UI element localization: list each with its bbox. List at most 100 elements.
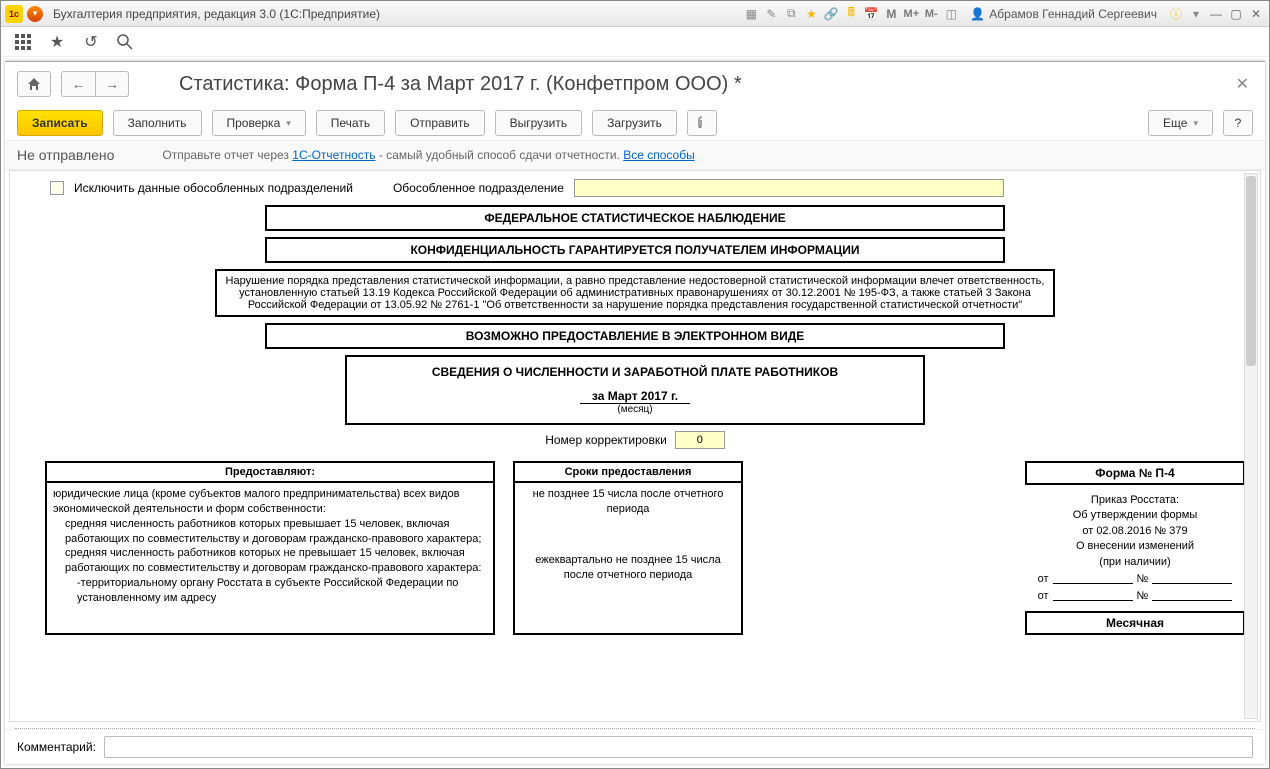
header-row: ← → Статистика: Форма П-4 за Март 2017 г… — [5, 62, 1265, 106]
col1-p4: -территориальному органу Росстата в субъ… — [53, 576, 487, 606]
num-field-2[interactable] — [1152, 589, 1232, 601]
content-area: ← → Статистика: Форма П-4 за Март 2017 г… — [5, 61, 1265, 764]
order-line5: (при наличии) — [1025, 555, 1245, 570]
correction-label: Номер корректировки — [545, 433, 667, 447]
document-area: Исключить данные обособленных подразделе… — [9, 170, 1261, 722]
search-icon[interactable] — [115, 32, 135, 52]
title-right: ▦ ✎ ⧉ ★ 🔗 🖩 📅 M M+ M- ◫ 👤 Абрамов Геннад… — [742, 5, 1265, 23]
user-icon: 👤 — [970, 7, 985, 21]
more-button[interactable]: Еще — [1148, 110, 1213, 136]
col2-p1: не позднее 15 числа после отчетного пери… — [521, 487, 735, 517]
date-field-1[interactable] — [1053, 572, 1133, 584]
col1-p1: юридические лица (кроме субъектов малого… — [53, 487, 487, 517]
check-button[interactable]: Проверка — [212, 110, 306, 136]
form-number: Форма № П-4 — [1025, 461, 1245, 485]
subdiv-input[interactable] — [574, 179, 1004, 197]
box-title: СВЕДЕНИЯ О ЧИСЛЕННОСТИ И ЗАРАБОТНОЙ ПЛАТ… — [345, 355, 925, 425]
page-title: Статистика: Форма П-4 за Март 2017 г. (К… — [179, 73, 742, 96]
col-deadlines: Сроки предоставления не позднее 15 числа… — [513, 461, 743, 635]
scrollbar[interactable] — [1244, 173, 1258, 719]
col2-header: Сроки предоставления — [515, 463, 741, 483]
ot-label-2: от — [1038, 589, 1049, 604]
order-block: Приказ Росстата: Об утверждении формы от… — [1025, 493, 1245, 605]
user-name: Абрамов Геннадий Сергеевич — [989, 7, 1157, 21]
link-all-ways[interactable]: Все способы — [623, 148, 695, 162]
write-button[interactable]: Записать — [17, 110, 103, 136]
month-label: (месяц) — [367, 404, 903, 415]
comment-input[interactable] — [104, 736, 1253, 758]
panel-icon[interactable]: ◫ — [942, 5, 960, 23]
drop-icon[interactable]: ▾ — [1187, 5, 1205, 23]
box-electronic: ВОЗМОЖНО ПРЕДОСТАВЛЕНИЕ В ЭЛЕКТРОННОМ ВИ… — [265, 323, 1005, 349]
form-title: СВЕДЕНИЯ О ЧИСЛЕННОСТИ И ЗАРАБОТНОЙ ПЛАТ… — [367, 365, 903, 379]
no-label-1: № — [1137, 572, 1149, 587]
tool-icon-3[interactable]: ⧉ — [782, 5, 800, 23]
nav-back[interactable]: ← — [61, 71, 95, 97]
box-liability: Нарушение порядка представления статисти… — [215, 269, 1055, 317]
col-form-info: Форма № П-4 Приказ Росстата: Об утвержде… — [1025, 461, 1245, 635]
user-block[interactable]: 👤 Абрамов Геннадий Сергеевич — [970, 7, 1157, 21]
exclude-row: Исключить данные обособленных подразделе… — [50, 179, 1250, 197]
exclude-label: Исключить данные обособленных подразделе… — [74, 181, 353, 195]
mem-m[interactable]: M — [882, 7, 900, 21]
print-button[interactable]: Печать — [316, 110, 385, 136]
nav-forward[interactable]: → — [95, 71, 129, 97]
document-inner: Исключить данные обособленных подразделе… — [10, 171, 1260, 655]
hint-mid: - самый удобный способ сдачи отчетности. — [376, 148, 624, 162]
window-close[interactable]: ✕ — [1247, 5, 1265, 23]
mem-m-plus[interactable]: M+ — [902, 8, 920, 20]
col1-body: юридические лица (кроме субъектов малого… — [47, 483, 493, 610]
star-icon[interactable]: ★ — [802, 5, 820, 23]
date-field-2[interactable] — [1053, 589, 1133, 601]
attach-button[interactable] — [687, 110, 717, 136]
order-line4: О внесении изменений — [1025, 539, 1245, 554]
history-icon[interactable]: ↺ — [81, 32, 101, 52]
toolbar: Записать Заполнить Проверка Печать Отпра… — [5, 106, 1265, 140]
app-window: 1c ▾ Бухгалтерия предприятия, редакция 3… — [0, 0, 1270, 769]
comment-row: Комментарий: — [5, 729, 1265, 764]
download-button[interactable]: Загрузить — [592, 110, 677, 136]
no-label-2: № — [1137, 589, 1149, 604]
title-bar: 1c ▾ Бухгалтерия предприятия, редакция 3… — [1, 1, 1269, 27]
mem-m-minus[interactable]: M- — [922, 8, 940, 20]
title-left: 1c ▾ Бухгалтерия предприятия, редакция 3… — [5, 5, 380, 23]
menu-drop-icon[interactable]: ▾ — [27, 6, 43, 22]
subdiv-label: Обособленное подразделение — [393, 181, 564, 195]
ot-label-1: от — [1038, 572, 1049, 587]
info-icon[interactable]: ⓘ — [1167, 5, 1185, 23]
send-button[interactable]: Отправить — [395, 110, 485, 136]
status-row: Не отправлено Отправьте отчет через 1С-О… — [5, 140, 1265, 170]
upload-button[interactable]: Выгрузить — [495, 110, 583, 136]
col2-body: не позднее 15 числа после отчетного пери… — [515, 483, 741, 586]
favorite-icon[interactable]: ★ — [47, 32, 67, 52]
scroll-thumb[interactable] — [1246, 176, 1256, 366]
apps-icon[interactable] — [13, 32, 33, 52]
correction-input[interactable]: 0 — [675, 431, 725, 449]
home-button[interactable] — [17, 71, 51, 97]
window-minimize[interactable]: — — [1207, 5, 1225, 23]
col-provides: Предоставляют: юридические лица (кроме с… — [45, 461, 495, 635]
link-1c-report[interactable]: 1С-Отчетность — [292, 148, 375, 162]
help-button[interactable]: ? — [1223, 110, 1253, 136]
correction-row: Номер корректировки 0 — [165, 431, 1105, 449]
tool-icon-1[interactable]: ▦ — [742, 5, 760, 23]
monthly-box: Месячная — [1025, 611, 1245, 635]
info-grid: Предоставляют: юридические лица (кроме с… — [45, 461, 1245, 635]
order-line2: Об утверждении формы — [1025, 508, 1245, 523]
window-maximize[interactable]: ▢ — [1227, 5, 1245, 23]
status-hint: Отправьте отчет через 1С-Отчетность - са… — [162, 148, 694, 162]
form-period: за Март 2017 г. — [580, 389, 690, 404]
close-tab[interactable]: ✕ — [1232, 70, 1253, 98]
comment-label: Комментарий: — [17, 740, 96, 754]
link-icon[interactable]: 🔗 — [822, 5, 840, 23]
calc-icon[interactable]: 🖩 — [842, 5, 860, 23]
num-field-1[interactable] — [1152, 572, 1232, 584]
fill-button[interactable]: Заполнить — [113, 110, 202, 136]
exclude-checkbox[interactable] — [50, 181, 64, 195]
form-table: ФЕДЕРАЛЬНОЕ СТАТИСТИЧЕСКОЕ НАБЛЮДЕНИЕ КО… — [165, 205, 1105, 635]
col1-p3: средняя численность работников которых н… — [53, 546, 487, 576]
tool-icon-2[interactable]: ✎ — [762, 5, 780, 23]
calendar-icon[interactable]: 📅 — [862, 5, 880, 23]
send-status: Не отправлено — [17, 147, 114, 163]
col1-p2: средняя численность работников которых п… — [53, 517, 487, 547]
